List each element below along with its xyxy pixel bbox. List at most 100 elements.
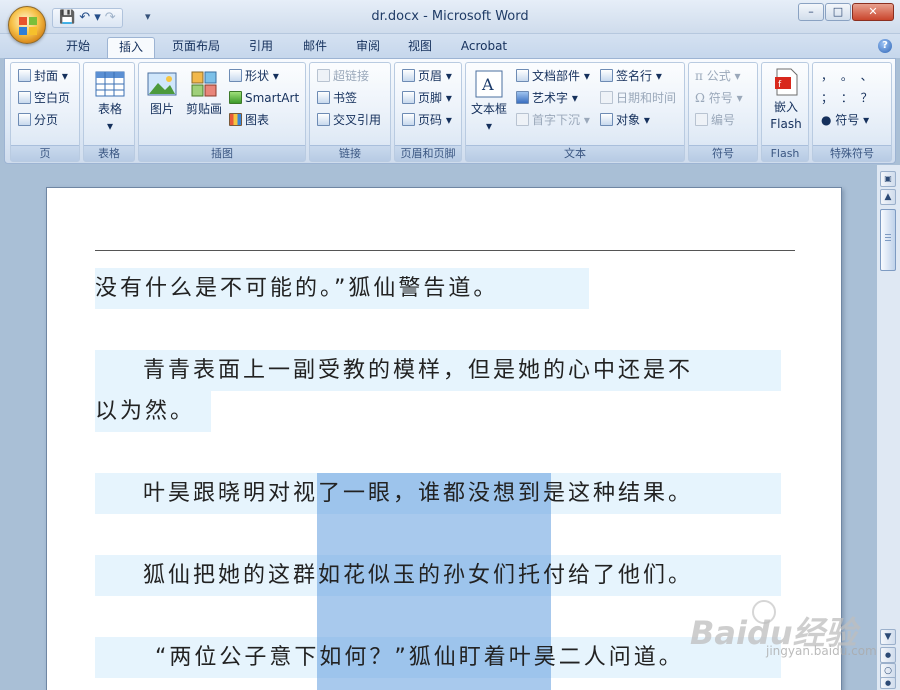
cross-reference-icon <box>317 113 330 126</box>
restore-button[interactable]: □ <box>825 3 851 21</box>
previous-page-button[interactable]: ● <box>880 647 896 663</box>
tab-view[interactable]: 视图 <box>397 37 443 58</box>
group-label-illustrations: 插图 <box>139 145 305 161</box>
page-break-button[interactable]: 分页 <box>18 111 58 129</box>
header-rule <box>95 250 795 251</box>
smartart-button[interactable]: SmartArt <box>229 89 299 107</box>
cross-reference-button[interactable]: 交叉引用 <box>317 111 381 129</box>
group-label-header-footer: 页眉和页脚 <box>395 145 461 161</box>
wordart-button[interactable]: 艺术字 ▾ <box>516 89 578 107</box>
shapes-icon <box>229 69 242 82</box>
group-label-table: 表格 <box>84 145 134 161</box>
paragraph-2-line-1[interactable]: 青青表面上一副受教的模样，但是她的心中还是不 <box>143 350 693 391</box>
scroll-down-button[interactable]: ▼ <box>880 629 896 645</box>
next-page-button[interactable]: ● <box>880 677 896 689</box>
clipart-button[interactable]: 剪贴画 <box>183 69 225 118</box>
bookmark-button[interactable]: 书签 <box>317 89 357 107</box>
ribbon-insert: 封面 ▾ 空白页 分页 页 表格 ▾ 表格 图片 剪贴画 形状 ▾ SmartA… <box>4 58 896 164</box>
group-page: 封面 ▾ 空白页 分页 页 <box>10 62 80 162</box>
window-controls: – □ ✕ <box>798 3 894 21</box>
page-number-button[interactable]: 页码 ▾ <box>402 111 452 129</box>
punctuation-row-2[interactable]: ； ： ？ <box>821 89 875 107</box>
scroll-up-button[interactable]: ▲ <box>880 189 896 205</box>
blank-page-button[interactable]: 空白页 <box>18 89 70 107</box>
paragraph-1[interactable]: 没有什么是不可能的。”狐仙警告道。 <box>95 268 498 309</box>
title-bar: 💾 ↶ ▾ ↷ ▾ dr.docx - Microsoft Word – □ ✕ <box>0 0 900 34</box>
page-number-icon <box>402 113 415 126</box>
office-button[interactable] <box>8 6 46 44</box>
ribbon-tabs: 开始 插入 页面布局 引用 邮件 审阅 视图 Acrobat ? <box>0 34 900 58</box>
cover-page-icon <box>18 69 31 82</box>
minimize-button[interactable]: – <box>798 3 824 21</box>
group-label-symbols: 符号 <box>689 145 757 161</box>
page-break-icon <box>18 113 31 126</box>
clipart-icon <box>191 71 217 97</box>
group-label-text: 文本 <box>466 145 684 161</box>
omega-icon: Ω <box>695 91 709 105</box>
date-time-button[interactable]: 日期和时间 <box>600 89 676 107</box>
symbol-button[interactable]: Ω 符号 ▾ <box>695 89 743 107</box>
table-icon <box>95 71 125 97</box>
paragraph-5[interactable]: “两位公子意下如何？”狐仙盯着叶昊二人问道。 <box>155 637 684 678</box>
header-button[interactable]: 页眉 ▾ <box>402 67 452 85</box>
pi-icon: π <box>695 69 707 83</box>
help-icon[interactable]: ? <box>878 39 892 53</box>
group-table: 表格 ▾ 表格 <box>83 62 135 162</box>
group-links: 超链接 书签 交叉引用 链接 <box>309 62 391 162</box>
office-logo-icon <box>19 17 37 35</box>
embed-flash-button[interactable]: f 嵌入 Flash <box>764 67 808 133</box>
textbox-button[interactable]: A 文本框 ▾ <box>469 69 509 135</box>
special-symbol-button[interactable]: ● 符号 ▾ <box>821 111 869 129</box>
scroll-thumb[interactable] <box>880 209 896 271</box>
flash-icon: f <box>775 68 798 96</box>
date-time-icon <box>600 91 613 104</box>
chart-button[interactable]: 图表 <box>229 111 269 129</box>
numbering-button[interactable]: 编号 <box>695 111 735 129</box>
drop-cap-button[interactable]: 首字下沉 ▾ <box>516 111 590 129</box>
tab-acrobat[interactable]: Acrobat <box>452 37 516 58</box>
footer-icon <box>402 91 415 104</box>
signature-line-icon <box>600 69 613 82</box>
paragraph-2-line-2[interactable]: 以为然。 <box>95 391 195 432</box>
quick-parts-icon <box>516 69 529 82</box>
paragraph-4[interactable]: 狐仙把她的这群如花似玉的孙女们托付给了他们。 <box>143 555 693 596</box>
picture-button[interactable]: 图片 <box>143 69 181 118</box>
hyperlink-icon <box>317 69 330 82</box>
textbox-icon: A <box>475 70 503 98</box>
tab-references[interactable]: 引用 <box>238 37 284 58</box>
wordart-icon <box>516 91 529 104</box>
object-button[interactable]: 对象 ▾ <box>600 111 650 129</box>
close-button[interactable]: ✕ <box>852 3 894 21</box>
picture-icon <box>147 72 177 96</box>
ruler-toggle-icon[interactable]: ▣ <box>880 171 896 187</box>
cover-page-button[interactable]: 封面 ▾ <box>18 67 68 85</box>
group-symbols: π 公式 ▾ Ω 符号 ▾ 编号 符号 <box>688 62 758 162</box>
shapes-button[interactable]: 形状 ▾ <box>229 67 279 85</box>
group-flash: f 嵌入 Flash Flash <box>761 62 809 162</box>
equation-button[interactable]: π 公式 ▾ <box>695 67 741 85</box>
tab-page-layout[interactable]: 页面布局 <box>163 37 229 58</box>
table-button[interactable]: 表格 ▾ <box>88 69 132 135</box>
footer-button[interactable]: 页脚 ▾ <box>402 89 452 107</box>
group-label-page: 页 <box>11 145 79 161</box>
numbering-icon <box>695 113 708 126</box>
group-text: A 文本框 ▾ 文档部件 ▾ 艺术字 ▾ 首字下沉 ▾ 签名行 ▾ 日期和时间 对… <box>465 62 685 162</box>
watermark-url-text: jingyan.baidu.com <box>766 644 877 658</box>
object-icon <box>600 113 613 126</box>
tab-review[interactable]: 审阅 <box>345 37 391 58</box>
tab-insert[interactable]: 插入 <box>107 37 155 58</box>
svg-text:A: A <box>481 75 494 94</box>
signature-line-button[interactable]: 签名行 ▾ <box>600 67 662 85</box>
hyperlink-button[interactable]: 超链接 <box>317 67 369 85</box>
bookmark-icon <box>317 91 330 104</box>
bullet-icon: ● <box>821 113 836 127</box>
punctuation-row-1[interactable]: ， 。 、 <box>821 67 875 85</box>
tab-home[interactable]: 开始 <box>55 37 101 58</box>
paragraph-3[interactable]: 叶昊跟晓明对视了一眼，谁都没想到是这种结果。 <box>143 473 693 514</box>
smartart-icon <box>229 91 242 104</box>
group-illustrations: 图片 剪贴画 形状 ▾ SmartArt 图表 插图 <box>138 62 306 162</box>
chart-icon <box>229 113 242 126</box>
quick-parts-button[interactable]: 文档部件 ▾ <box>516 67 590 85</box>
group-label-flash: Flash <box>762 145 808 161</box>
tab-mailings[interactable]: 邮件 <box>292 37 338 58</box>
